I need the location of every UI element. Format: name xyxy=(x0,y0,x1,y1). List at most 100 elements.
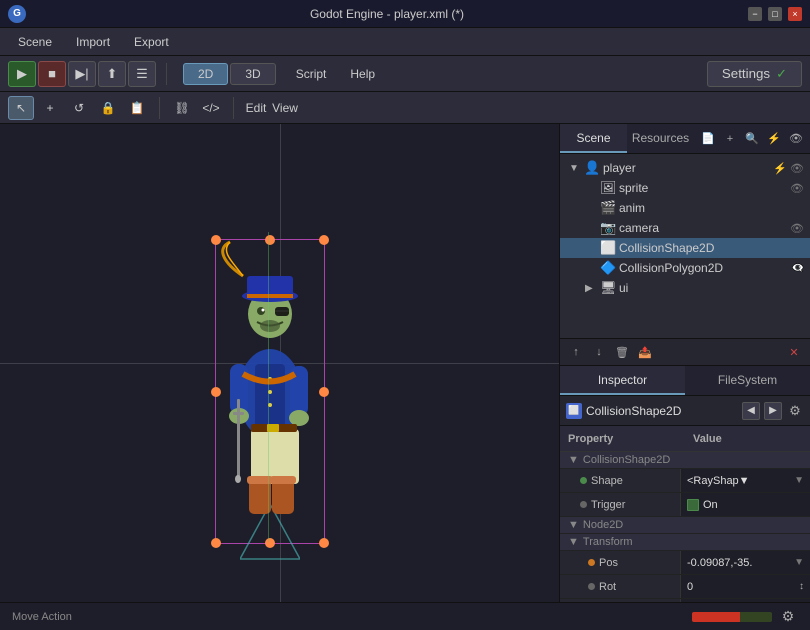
icon-camera: 📷 xyxy=(600,220,616,236)
menu-help[interactable]: Help xyxy=(340,64,385,84)
move-up-btn[interactable]: ↑ xyxy=(566,342,586,362)
scene-filter-btn[interactable]: 🔍 xyxy=(742,129,762,149)
label-ui: ui xyxy=(619,281,804,295)
inspector-gear-btn[interactable]: ⚙ xyxy=(786,402,804,420)
prop-row-pos[interactable]: Pos -0.09087,-35. ▼ xyxy=(560,551,810,575)
col-value: Value xyxy=(685,426,810,451)
tree-node-collisionshape[interactable]: ⬜ CollisionShape2D xyxy=(560,238,810,258)
titlebar: G Godot Engine - player.xml (*) − □ × xyxy=(0,0,810,28)
viewport[interactable] xyxy=(0,124,560,602)
scene-instance-btn[interactable]: + xyxy=(720,129,740,149)
titlebar-controls: − □ × xyxy=(748,7,802,21)
select-tool[interactable]: ↖ xyxy=(8,96,34,120)
prop-name-shape: Shape xyxy=(560,475,680,487)
maximize-button[interactable]: □ xyxy=(768,7,782,21)
scene-eye-btn[interactable]: 👁 xyxy=(786,129,806,149)
prop-row-scale[interactable]: Scale 3.743573,4.0 ▼ xyxy=(560,599,810,602)
icon-player: 👤 xyxy=(584,160,600,176)
status-text: Move Action xyxy=(12,611,72,623)
lock-tool[interactable]: 🔒 xyxy=(95,96,121,120)
menu-export[interactable]: Export xyxy=(124,32,179,52)
label-anim: anim xyxy=(619,201,804,215)
prop-val-trigger[interactable]: On xyxy=(680,493,810,516)
dot-shape xyxy=(580,477,587,484)
vis-player: 👁 xyxy=(790,162,804,175)
lightning-player: ⚡ xyxy=(773,162,787,175)
tree-node-ui[interactable]: ▶ 🖥 ui xyxy=(560,278,810,298)
player-sprite xyxy=(195,234,345,554)
prop-name-pos: Pos xyxy=(560,557,680,569)
prop-row-shape[interactable]: Shape <RayShap▼ ▼ xyxy=(560,469,810,493)
status-right: ⚙ xyxy=(692,607,798,627)
nav-next-btn[interactable]: ▶ xyxy=(764,402,782,420)
tree-node-player[interactable]: ▼ 👤 player ⚡ 👁 xyxy=(560,158,810,178)
minimize-button[interactable]: − xyxy=(748,7,762,21)
section-collision[interactable]: ▼ CollisionShape2D xyxy=(560,452,810,469)
section-transform[interactable]: ▼ Transform xyxy=(560,534,810,551)
step-button[interactable]: ▶| xyxy=(68,61,96,87)
prop-header: Property Value xyxy=(560,426,810,452)
stop-button[interactable]: ■ xyxy=(38,61,66,87)
dot-trigger xyxy=(580,501,587,508)
titlebar-left: G xyxy=(8,5,26,23)
settings-button[interactable]: Settings ✓ xyxy=(707,61,802,87)
status-settings-btn[interactable]: ⚙ xyxy=(778,607,798,627)
tree-node-sprite[interactable]: 🖼 sprite 👁 xyxy=(560,178,810,198)
more-button[interactable]: ☰ xyxy=(128,61,156,87)
tree-node-collisionpolygon[interactable]: 🔷 CollisionPolygon2D 👁‍🗨 xyxy=(560,258,810,278)
arrow-ui: ▶ xyxy=(585,283,597,294)
icon-polygon: 🔷 xyxy=(600,260,616,276)
menu-script[interactable]: Script xyxy=(286,64,337,84)
icon-collision: ⬜ xyxy=(600,240,616,256)
tab-filesystem[interactable]: FileSystem xyxy=(685,366,810,395)
move-tool[interactable]: + xyxy=(37,96,63,120)
link-tool[interactable]: ⛓ xyxy=(169,96,195,120)
tab-2d[interactable]: 2D xyxy=(183,63,228,85)
prop-val-shape[interactable]: <RayShap▼ ▼ xyxy=(680,469,810,492)
scene-bottom-toolbar: ↑ ↓ 🗑 📤 ✕ xyxy=(560,338,810,366)
prop-val-pos[interactable]: -0.09087,-35. ▼ xyxy=(680,551,810,574)
icon-sprite: 🖼 xyxy=(600,180,616,196)
play-button[interactable]: ▶ xyxy=(8,61,36,87)
scene-tabs: Scene Resources 📄 + 🔍 ⚡ 👁 xyxy=(560,124,810,154)
godot-logo: G xyxy=(8,5,26,23)
tree-node-camera[interactable]: 📷 camera 👁 xyxy=(560,218,810,238)
node-icon-small: ⬜ xyxy=(566,403,582,419)
export-node-btn[interactable]: 📤 xyxy=(635,342,655,362)
vis-sprite: 👁 xyxy=(790,182,804,195)
prop-row-rot[interactable]: Rot 0 ↕ xyxy=(560,575,810,599)
export-button[interactable]: ⬆ xyxy=(98,61,126,87)
menu-scene[interactable]: Scene xyxy=(8,32,62,52)
view-menu[interactable]: View xyxy=(272,96,298,120)
menu-import[interactable]: Import xyxy=(66,32,120,52)
subtoolbar: ↖ + ↺ 🔒 📋 ⛓ </> Edit View xyxy=(0,92,810,124)
tab-scene[interactable]: Scene xyxy=(560,124,627,153)
close-button[interactable]: × xyxy=(788,7,802,21)
tab-3d[interactable]: 3D xyxy=(230,63,275,85)
close-panel-btn[interactable]: ✕ xyxy=(784,342,804,362)
nav-prev-btn[interactable]: ◀ xyxy=(742,402,760,420)
tab-resources[interactable]: Resources xyxy=(627,124,694,153)
prop-val-rot[interactable]: 0 ↕ xyxy=(680,575,810,598)
scene-add-btn[interactable]: 📄 xyxy=(698,129,718,149)
scene-refresh-btn[interactable]: ⚡ xyxy=(764,129,784,149)
vis-polygon: 👁‍🗨 xyxy=(792,263,804,274)
checkbox-trigger[interactable] xyxy=(687,499,699,511)
label-polygon: CollisionPolygon2D xyxy=(619,261,789,275)
icon-ui: 🖥 xyxy=(600,280,616,296)
prop-val-scale[interactable]: 3.743573,4.0 ▼ xyxy=(680,599,810,602)
group-tool[interactable]: 📋 xyxy=(124,96,150,120)
code-tool[interactable]: </> xyxy=(198,96,224,120)
col-property: Property xyxy=(560,426,685,451)
prop-row-trigger[interactable]: Trigger On xyxy=(560,493,810,517)
dimension-tabs: 2D 3D xyxy=(183,63,276,85)
delete-node-btn[interactable]: 🗑 xyxy=(612,342,632,362)
vis-camera: 👁 xyxy=(790,222,804,235)
edit-menu[interactable]: Edit xyxy=(243,96,269,120)
section-node2d[interactable]: ▼ Node2D xyxy=(560,517,810,534)
scene-tree: ▼ 👤 player ⚡ 👁 🖼 sprite 👁 🎬 anim xyxy=(560,154,810,338)
tab-inspector[interactable]: Inspector xyxy=(560,366,685,395)
tree-node-anim[interactable]: 🎬 anim xyxy=(560,198,810,218)
rotate-tool[interactable]: ↺ xyxy=(66,96,92,120)
move-down-btn[interactable]: ↓ xyxy=(589,342,609,362)
